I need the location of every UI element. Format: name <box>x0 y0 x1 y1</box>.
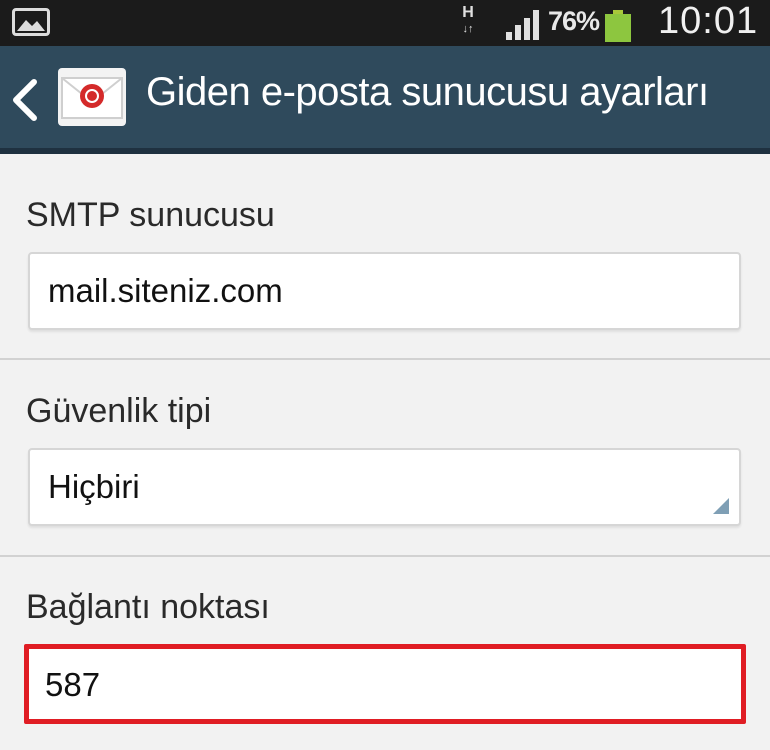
signal-icon <box>506 10 539 40</box>
action-bar: Giden e-posta sunucusu ayarları <box>0 46 770 154</box>
port-label: Bağlantı noktası <box>26 588 270 626</box>
battery-percent: 76% <box>548 6 600 36</box>
port-value: 587 <box>45 666 101 703</box>
battery-icon <box>605 10 631 42</box>
gallery-icon <box>12 8 50 36</box>
divider <box>0 358 770 360</box>
smtp-server-value: mail.siteniz.com <box>48 272 283 309</box>
security-type-select[interactable]: Hiçbiri <box>28 448 741 526</box>
dropdown-triangle-icon <box>713 498 729 514</box>
security-type-value: Hiçbiri <box>48 468 140 505</box>
network-activity-icon: H ↓↑ <box>456 4 480 42</box>
back-icon[interactable] <box>10 78 40 122</box>
network-type: H <box>462 4 474 21</box>
status-time: 10:01 <box>658 0 759 42</box>
smtp-server-input[interactable]: mail.siteniz.com <box>28 252 741 330</box>
page-title: Giden e-posta sunucusu ayarları <box>146 70 709 114</box>
status-bar: H ↓↑ 76% 10:01 <box>0 0 770 46</box>
smtp-label: SMTP sunucusu <box>26 196 275 234</box>
divider <box>0 555 770 557</box>
email-app-icon <box>58 68 126 126</box>
port-input[interactable]: 587 <box>24 644 746 724</box>
security-type-label: Güvenlik tipi <box>26 392 212 430</box>
